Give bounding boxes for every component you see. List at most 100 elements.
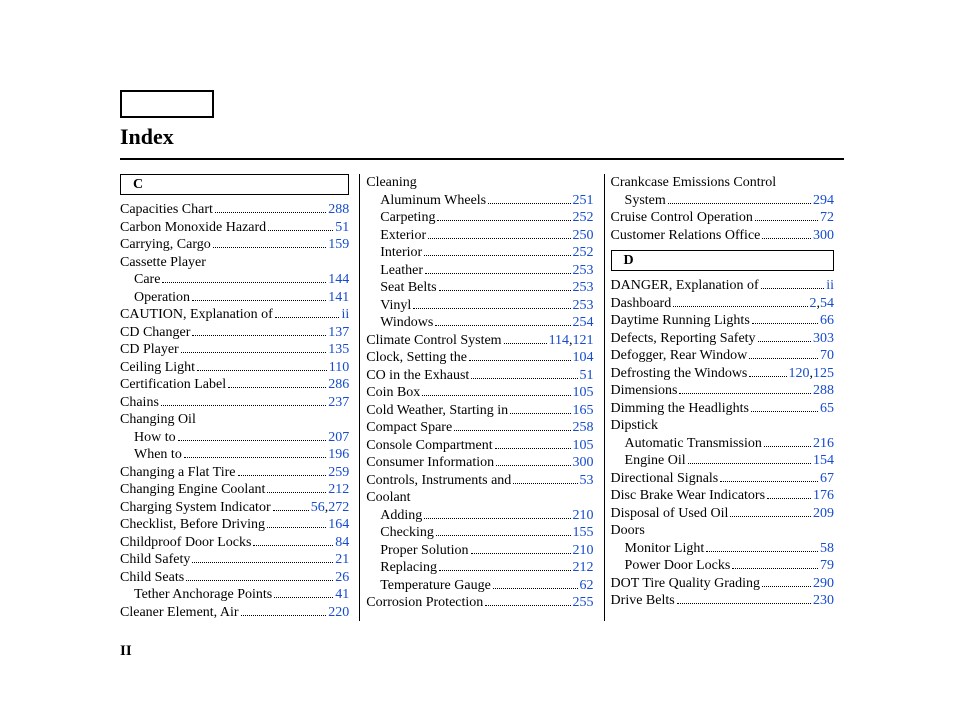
leader-dots	[186, 580, 333, 581]
page-link[interactable]: 144	[328, 271, 349, 289]
page-link[interactable]: 135	[328, 341, 349, 359]
page-link[interactable]: 54	[820, 295, 834, 313]
leader-dots	[688, 463, 811, 464]
page-link[interactable]: 110	[329, 359, 349, 377]
index-entry-label: Power Door Locks	[625, 557, 731, 575]
page-link[interactable]: 290	[813, 575, 834, 593]
page-link[interactable]: 41	[335, 586, 349, 604]
section-header-c: C	[120, 174, 349, 195]
page-link[interactable]: 255	[573, 594, 594, 612]
index-entry-label: Aluminum Wheels	[380, 192, 486, 210]
index-entry-label: Cleaner Element, Air	[120, 604, 239, 622]
page-link[interactable]: 58	[820, 540, 834, 558]
page-link[interactable]: 253	[573, 297, 594, 315]
page-link[interactable]: 51	[580, 367, 594, 385]
page-link[interactable]: 210	[573, 507, 594, 525]
page-link[interactable]: 2	[810, 295, 817, 313]
leader-dots	[706, 551, 818, 552]
index-entry-label: Disposal of Used Oil	[611, 505, 729, 523]
index-entry-label: Leather	[380, 262, 423, 280]
page-link[interactable]: 105	[573, 384, 594, 402]
page-link[interactable]: 66	[820, 312, 834, 330]
page-link[interactable]: 105	[573, 437, 594, 455]
index-entry: Seat Belts 253	[366, 279, 593, 297]
page-link[interactable]: 62	[580, 577, 594, 595]
index-entry-label: Ceiling Light	[120, 359, 195, 377]
page-link[interactable]: 53	[580, 472, 594, 490]
index-entry: Adding210	[366, 507, 593, 525]
page-link[interactable]: 159	[328, 236, 349, 254]
index-entry: Console Compartment105	[366, 437, 593, 455]
page-link[interactable]: 207	[328, 429, 349, 447]
page-link[interactable]: 212	[328, 481, 349, 499]
page-link[interactable]: 288	[328, 201, 349, 219]
leader-dots	[679, 393, 811, 394]
page-link[interactable]: 21	[335, 551, 349, 569]
page-link[interactable]: 104	[573, 349, 594, 367]
page-link[interactable]: 300	[813, 227, 834, 245]
page-link[interactable]: 254	[573, 314, 594, 332]
leader-dots	[495, 448, 571, 449]
page-link[interactable]: 125	[813, 365, 834, 383]
page-link[interactable]: 79	[820, 557, 834, 575]
page-link[interactable]: 209	[813, 505, 834, 523]
page-link[interactable]: 237	[328, 394, 349, 412]
page-link[interactable]: 220	[328, 604, 349, 622]
page-link[interactable]: 286	[328, 376, 349, 394]
leader-dots	[267, 527, 326, 528]
page-link[interactable]: 120	[789, 365, 810, 383]
leader-dots	[751, 411, 818, 412]
page-link[interactable]: 165	[573, 402, 594, 420]
page-link[interactable]: 176	[813, 487, 834, 505]
page-link[interactable]: 303	[813, 330, 834, 348]
page-link[interactable]: 253	[573, 279, 594, 297]
page-link[interactable]: 212	[573, 559, 594, 577]
index-entry-label: Temperature Gauge	[380, 577, 491, 595]
page-link[interactable]: 65	[820, 400, 834, 418]
page-link[interactable]: ii	[826, 277, 834, 295]
page-link[interactable]: 141	[328, 289, 349, 307]
page-link[interactable]: 155	[573, 524, 594, 542]
page-link[interactable]: 137	[328, 324, 349, 342]
page-link[interactable]: 56	[311, 499, 325, 517]
page-link[interactable]: 51	[335, 219, 349, 237]
leader-dots	[215, 212, 326, 213]
leader-dots	[471, 378, 577, 379]
page-link[interactable]: 253	[573, 262, 594, 280]
index-entry-label: Proper Solution	[380, 542, 468, 560]
leader-dots	[730, 516, 811, 517]
index-entry: Tether Anchorage Points41	[120, 586, 349, 604]
page-link[interactable]: 154	[813, 452, 834, 470]
page-link[interactable]: 67	[820, 470, 834, 488]
page-link[interactable]: 210	[573, 542, 594, 560]
index-entry: Vinyl253	[366, 297, 593, 315]
page-link[interactable]: 258	[573, 419, 594, 437]
page-link[interactable]: 230	[813, 592, 834, 610]
main-button-placeholder[interactable]	[120, 90, 214, 118]
leader-dots	[762, 238, 811, 239]
page-link[interactable]: 250	[573, 227, 594, 245]
index-entry: Drive Belts230	[611, 592, 834, 610]
leader-dots	[161, 405, 326, 406]
page-link[interactable]: 114	[549, 332, 569, 350]
page-link[interactable]: 84	[335, 534, 349, 552]
index-entry-label: Windows	[380, 314, 433, 332]
page-link[interactable]: 72	[820, 209, 834, 227]
page-link[interactable]: 164	[328, 516, 349, 534]
page-link[interactable]: 252	[573, 244, 594, 262]
page-link[interactable]: 288	[813, 382, 834, 400]
page-link[interactable]: 259	[328, 464, 349, 482]
page-link[interactable]: 196	[328, 446, 349, 464]
page-link[interactable]: 294	[813, 192, 834, 210]
page-link[interactable]: 70	[820, 347, 834, 365]
index-entry: DANGER, Explanation ofii	[611, 277, 834, 295]
page-link[interactable]: ii	[341, 306, 349, 324]
page-link[interactable]: 121	[573, 332, 594, 350]
index-entry-label: Seat Belts	[380, 279, 436, 297]
page-link[interactable]: 300	[573, 454, 594, 472]
page-link[interactable]: 252	[573, 209, 594, 227]
page-link[interactable]: 251	[573, 192, 594, 210]
page-link[interactable]: 216	[813, 435, 834, 453]
page-link[interactable]: 272	[328, 499, 349, 517]
page-link[interactable]: 26	[335, 569, 349, 587]
